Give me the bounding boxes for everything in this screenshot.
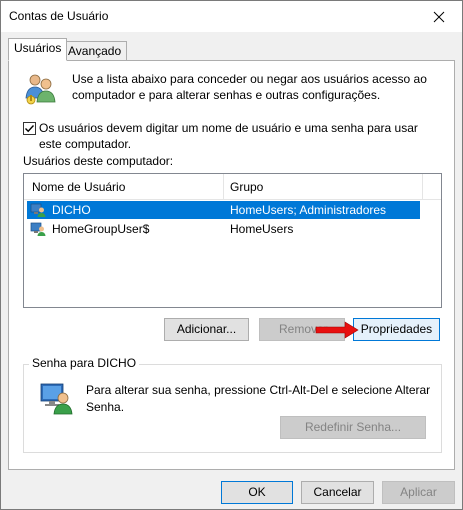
listview-header: Nome de Usuário Grupo — [24, 174, 441, 200]
password-group-label: Senha para DICHO — [29, 356, 140, 370]
column-divider[interactable] — [422, 174, 423, 200]
close-button[interactable] — [416, 1, 462, 32]
checkmark-icon — [25, 125, 35, 133]
add-user-button[interactable]: Adicionar... — [164, 318, 249, 341]
user-password-icon — [40, 383, 73, 415]
column-divider[interactable] — [223, 174, 224, 200]
users-list-caption: Usuários deste computador: — [23, 154, 174, 168]
user-group-cell: HomeUsers; Administradores — [230, 203, 387, 217]
window-title: Contas de Usuário — [9, 9, 109, 23]
user-account-icon — [30, 222, 46, 236]
apply-button[interactable]: Aplicar — [382, 481, 455, 504]
ok-button[interactable]: OK — [221, 481, 293, 504]
intro-text: Use a lista abaixo para conceder ou nega… — [72, 72, 427, 102]
column-header-group[interactable]: Grupo — [230, 180, 263, 194]
close-icon — [433, 11, 445, 22]
user-accounts-dialog: Contas de Usuário Usuários Avançado Use … — [0, 0, 463, 510]
tab-avancado[interactable]: Avançado — [62, 41, 128, 62]
users-icon — [25, 74, 56, 105]
properties-button[interactable]: Propriedades — [353, 318, 440, 341]
table-row[interactable]: HomeGroupUser$ HomeUsers — [27, 220, 420, 238]
column-header-username[interactable]: Nome de Usuário — [32, 180, 125, 194]
password-instructions: Para alterar sua senha, pressione Ctrl-A… — [86, 383, 431, 414]
cancel-button[interactable]: Cancelar — [301, 481, 374, 504]
reset-password-button[interactable]: Redefinir Senha... — [280, 416, 426, 439]
require-login-checkbox[interactable] — [23, 122, 36, 135]
title-bar[interactable]: Contas de Usuário — [1, 1, 462, 32]
red-arrow-annotation — [315, 321, 359, 339]
require-login-label[interactable]: Os usuários devem digitar um nome de usu… — [39, 120, 439, 152]
users-listview[interactable]: Nome de Usuário Grupo DICHO HomeUsers; A… — [23, 173, 442, 308]
tab-usuarios[interactable]: Usuários — [8, 38, 68, 61]
table-row[interactable]: DICHO HomeUsers; Administradores — [27, 201, 420, 219]
user-name-cell: HomeGroupUser$ — [52, 222, 150, 236]
user-name-cell: DICHO — [52, 203, 91, 217]
user-group-cell: HomeUsers — [230, 222, 294, 236]
user-account-icon — [30, 203, 46, 217]
